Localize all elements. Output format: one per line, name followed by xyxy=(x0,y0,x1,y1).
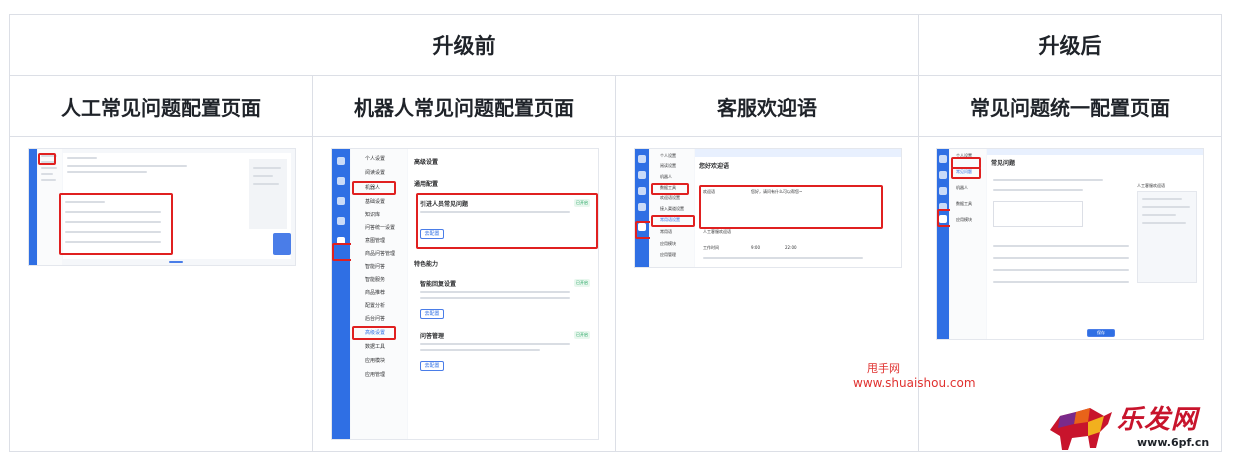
menu-item[interactable]: 机器人 xyxy=(956,185,968,191)
watermark-name: 甩手网 xyxy=(867,362,900,375)
menu-item[interactable]: 知识库 xyxy=(365,211,380,218)
time-start: 9:00 xyxy=(751,245,760,250)
header-before: 升级前 xyxy=(432,34,496,58)
screenshot-manual-faq xyxy=(28,148,296,266)
menu-item[interactable]: 应用模块 xyxy=(956,217,972,223)
save-button[interactable]: 保存 xyxy=(1087,329,1115,337)
menu-item[interactable]: 应用模块 xyxy=(365,357,385,364)
highlight-faq-card xyxy=(416,193,598,249)
bull-logo-icon xyxy=(1050,408,1112,450)
highlight-robot-menu xyxy=(352,181,396,195)
menu-item[interactable]: 应用模块 xyxy=(660,241,676,247)
time-end: 22:00 xyxy=(785,245,797,250)
menu-item[interactable]: 智能问答 xyxy=(365,263,385,270)
menu-item[interactable]: 后台问答 xyxy=(365,315,385,322)
side-rail xyxy=(937,149,949,339)
highlight-advanced-menu xyxy=(352,326,396,340)
col3-title: 客服欢迎语 xyxy=(717,95,817,120)
menu-item[interactable]: 应用管理 xyxy=(365,371,385,378)
menu-item[interactable]: 商品推荐 xyxy=(365,289,385,296)
card-title: 问答管理 xyxy=(420,333,445,340)
chat-preview xyxy=(1137,191,1197,283)
side-rail xyxy=(635,149,649,267)
row-label: 工作时间 xyxy=(703,245,719,250)
col2-title: 机器人常见问题配置页面 xyxy=(354,95,574,120)
status-badge: 已开启 xyxy=(574,331,590,339)
menu-item[interactable]: 问答统一设置 xyxy=(365,224,395,231)
logo-url: www.6pf.cn xyxy=(1137,436,1210,449)
highlight-rail-item xyxy=(332,243,353,261)
side-rail xyxy=(332,149,350,439)
menu-item[interactable]: 个人设置 xyxy=(365,155,385,162)
menu-item[interactable]: 常用语 xyxy=(660,229,672,235)
col1-title: 人工常见问题配置页面 xyxy=(61,95,261,120)
menu-item[interactable]: 个人设置 xyxy=(660,153,676,159)
watermark-url: www.shuaishou.com xyxy=(853,376,976,390)
menu-item[interactable]: 数据工具 xyxy=(956,201,972,207)
status-badge: 已开启 xyxy=(574,279,590,287)
menu-item[interactable]: 配置分析 xyxy=(365,302,385,309)
table-border-right xyxy=(1221,14,1222,452)
page-heading: 高级设置 xyxy=(414,159,439,166)
screenshot-welcome: 个人设置 阅读设置 机器人 数据工具 欢迎语设置 接入渠道设置 常用语设置 常用… xyxy=(634,148,902,268)
floating-widget xyxy=(273,233,291,255)
card-title: 智能回复设置 xyxy=(420,281,457,288)
highlight-welcome-menu xyxy=(651,215,695,227)
menu-item[interactable]: 欢迎语设置 xyxy=(660,195,680,201)
col4-title: 常见问题统一配置页面 xyxy=(970,95,1170,120)
configure-button[interactable]: 去配置 xyxy=(420,309,444,319)
configure-button[interactable]: 去配置 xyxy=(420,361,444,371)
menu-item[interactable]: 应用管理 xyxy=(660,252,676,258)
menu-item[interactable]: 智能服务 xyxy=(365,276,385,283)
menu-item[interactable]: 基础设置 xyxy=(365,198,385,205)
screenshot-bot-faq: 个人设置 阅读设置 机器人 基础设置 知识库 问答统一设置 意图管理 商品问答管… xyxy=(331,148,599,440)
header-after: 升级后 xyxy=(1038,34,1102,58)
highlight-menu xyxy=(38,153,56,165)
side-rail xyxy=(29,149,37,265)
preview-phone xyxy=(249,159,287,229)
row-label: 人工客服欢迎语 xyxy=(703,229,731,234)
menu-item[interactable]: 商品问答管理 xyxy=(365,250,395,257)
section-title: 特色能力 xyxy=(414,261,439,268)
screenshot-unified-faq: 个人设置 常见问题 机器人 数据工具 应用模块 常见问题 人工客服欢迎语 保存 xyxy=(936,148,1204,340)
menu-item[interactable]: 意图管理 xyxy=(365,237,385,244)
page-heading: 您好欢迎语 xyxy=(699,163,730,170)
chat-preview-title: 人工客服欢迎语 xyxy=(1137,183,1165,188)
highlight-faq-menu xyxy=(951,167,981,179)
page-heading: 常见问题 xyxy=(991,160,1016,167)
section-title: 通用配置 xyxy=(414,181,439,188)
menu-item[interactable]: 阅读设置 xyxy=(660,163,676,169)
logo-text: 乐发网 xyxy=(1117,405,1199,435)
menu-item[interactable]: 接入渠道设置 xyxy=(660,206,684,212)
sub-menu: 个人设置 阅读设置 机器人 数据工具 欢迎语设置 接入渠道设置 常用语设置 常用… xyxy=(650,149,694,267)
menu-item[interactable]: 数据工具 xyxy=(365,343,385,350)
menu-item[interactable]: 阅读设置 xyxy=(365,169,385,176)
highlight-welcome-box xyxy=(699,185,883,229)
highlight-tools-menu xyxy=(651,183,689,195)
menu-item[interactable]: 机器人 xyxy=(660,174,672,180)
main-panel: 常见问题 人工客服欢迎语 保存 xyxy=(987,149,1203,339)
